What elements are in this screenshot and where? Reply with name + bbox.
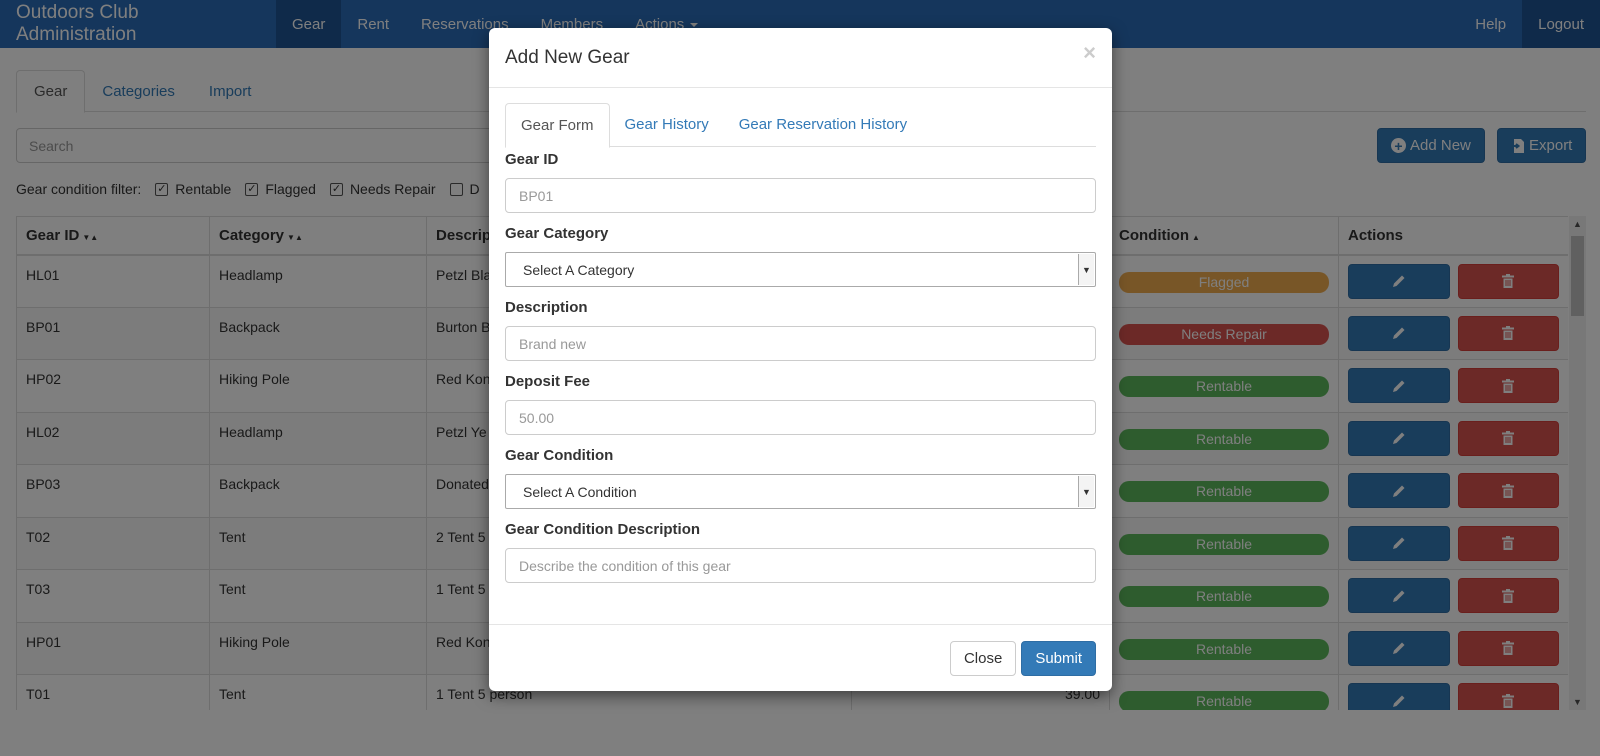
modal-tabs: Gear Form Gear History Gear Reservation … bbox=[505, 103, 1096, 148]
chevron-down-icon: ▼ bbox=[1078, 476, 1094, 507]
gear-condition-select[interactable]: Select A Condition ▼ bbox=[505, 474, 1096, 509]
modal-body: Gear Form Gear History Gear Reservation … bbox=[489, 88, 1112, 610]
modal-title: Add New Gear bbox=[505, 46, 630, 68]
add-gear-modal: Add New Gear × Gear Form Gear History Ge… bbox=[489, 28, 1112, 691]
modal-footer: Close Submit bbox=[489, 624, 1112, 691]
description-field[interactable]: Brand new bbox=[505, 326, 1096, 361]
gear-category-select[interactable]: Select A Category ▼ bbox=[505, 252, 1096, 287]
gear-category-label: Gear Category bbox=[505, 225, 609, 242]
condition-description-label: Gear Condition Description bbox=[505, 521, 701, 538]
description-label: Description bbox=[505, 299, 588, 316]
tab-gear-reservation-history[interactable]: Gear Reservation History bbox=[724, 103, 922, 146]
submit-button[interactable]: Submit bbox=[1021, 640, 1096, 676]
tab-gear-history[interactable]: Gear History bbox=[610, 103, 724, 146]
deposit-fee-label: Deposit Fee bbox=[505, 373, 591, 390]
close-icon[interactable]: × bbox=[1083, 40, 1096, 66]
gear-condition-label: Gear Condition bbox=[505, 447, 614, 464]
gear-id-label: Gear ID bbox=[505, 151, 559, 168]
chevron-down-icon: ▼ bbox=[1078, 254, 1094, 285]
tab-gear-form[interactable]: Gear Form bbox=[505, 103, 610, 148]
condition-description-field[interactable]: Describe the condition of this gear bbox=[505, 548, 1096, 583]
gear-id-field[interactable]: BP01 bbox=[505, 178, 1096, 213]
gear-condition-value: Select A Condition bbox=[523, 483, 637, 500]
deposit-fee-field[interactable]: 50.00 bbox=[505, 400, 1096, 435]
modal-header: Add New Gear × bbox=[489, 28, 1112, 88]
gear-category-value: Select A Category bbox=[523, 261, 635, 278]
close-button[interactable]: Close bbox=[949, 640, 1017, 676]
